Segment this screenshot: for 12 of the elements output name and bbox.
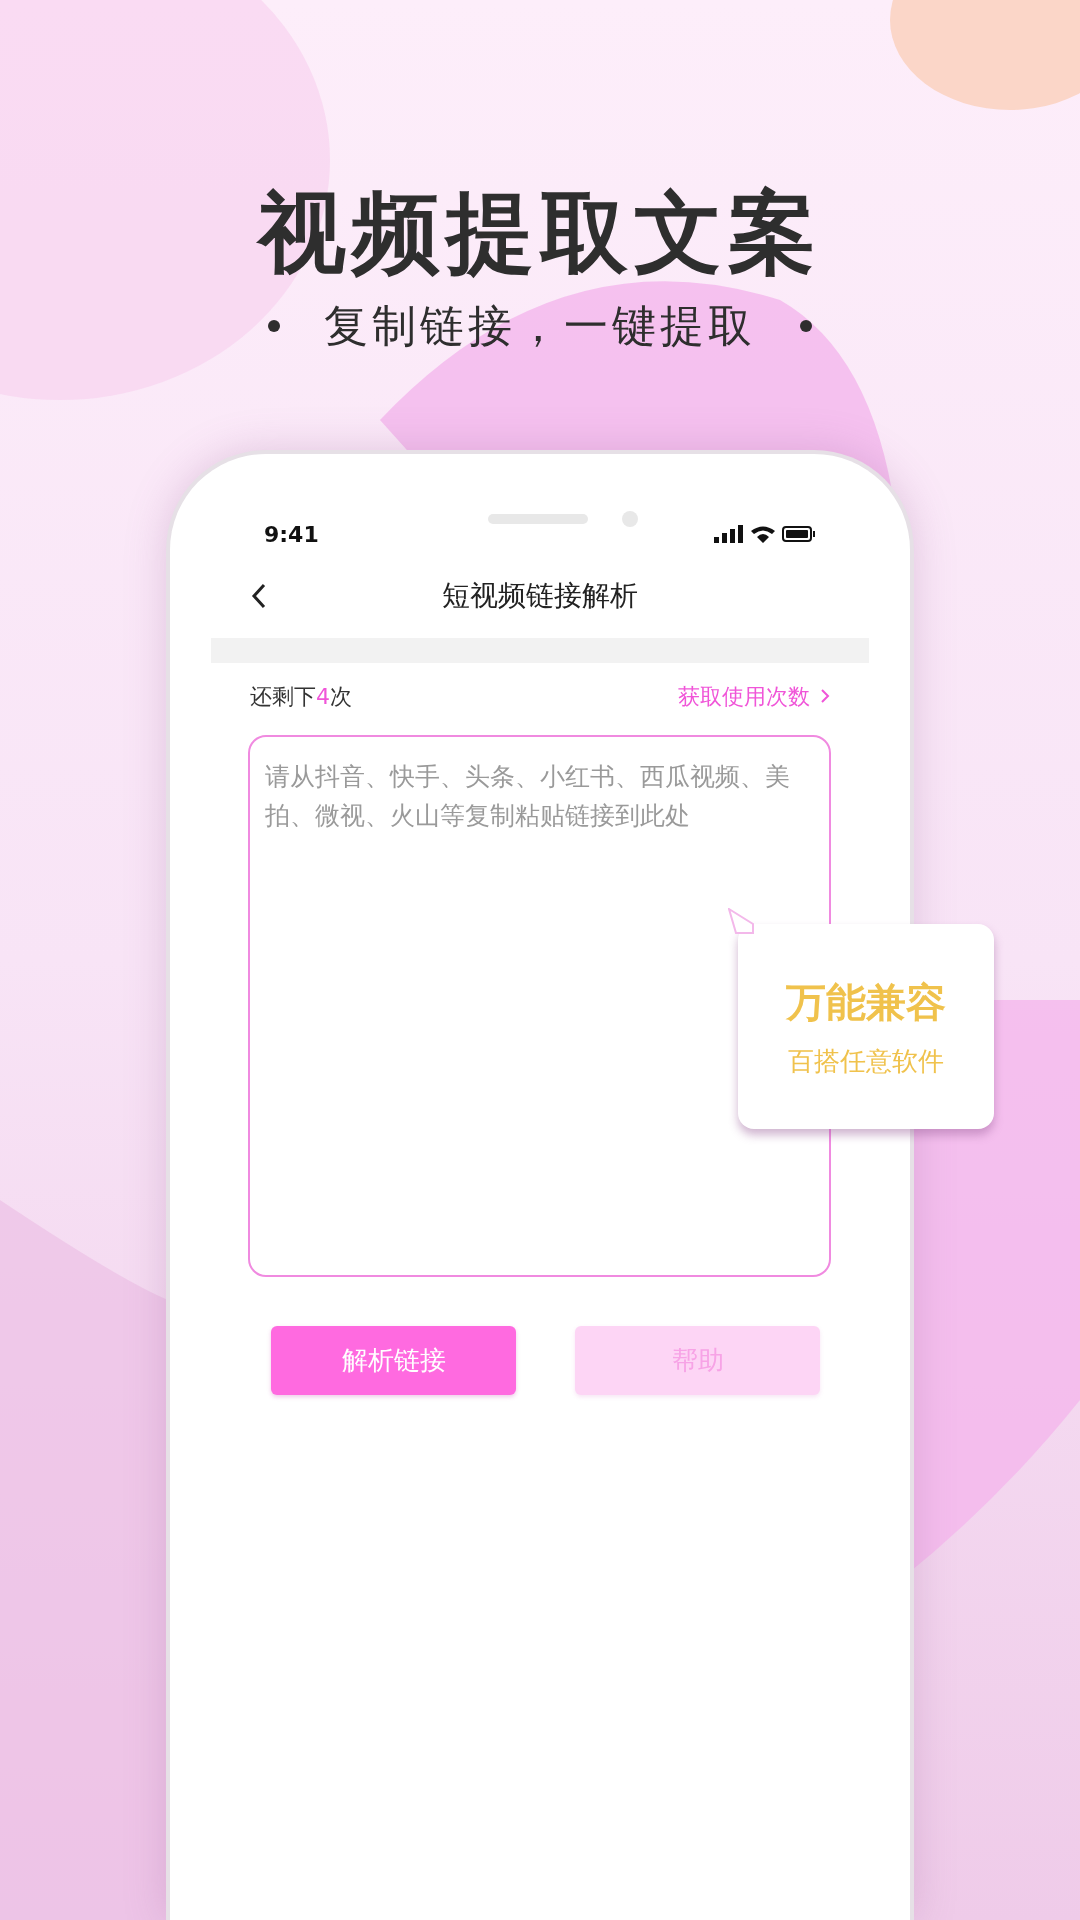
signal-icon — [714, 525, 744, 543]
tagline: 复制链接，一键提取 — [324, 299, 756, 353]
chevron-icon — [820, 688, 830, 704]
wifi-icon — [750, 525, 776, 543]
screen-title: 短视频链接解析 — [442, 578, 638, 614]
remaining-count: 还剩下4次 — [250, 682, 352, 711]
headline: 视频提取文案 — [258, 180, 822, 286]
back-icon[interactable] — [250, 582, 268, 610]
status-time: 9:41 — [264, 520, 319, 549]
parse-link-button[interactable]: 解析链接 — [271, 1326, 516, 1395]
get-more-link[interactable]: 获取使用次数 — [678, 679, 830, 713]
battery-icon — [782, 525, 816, 543]
